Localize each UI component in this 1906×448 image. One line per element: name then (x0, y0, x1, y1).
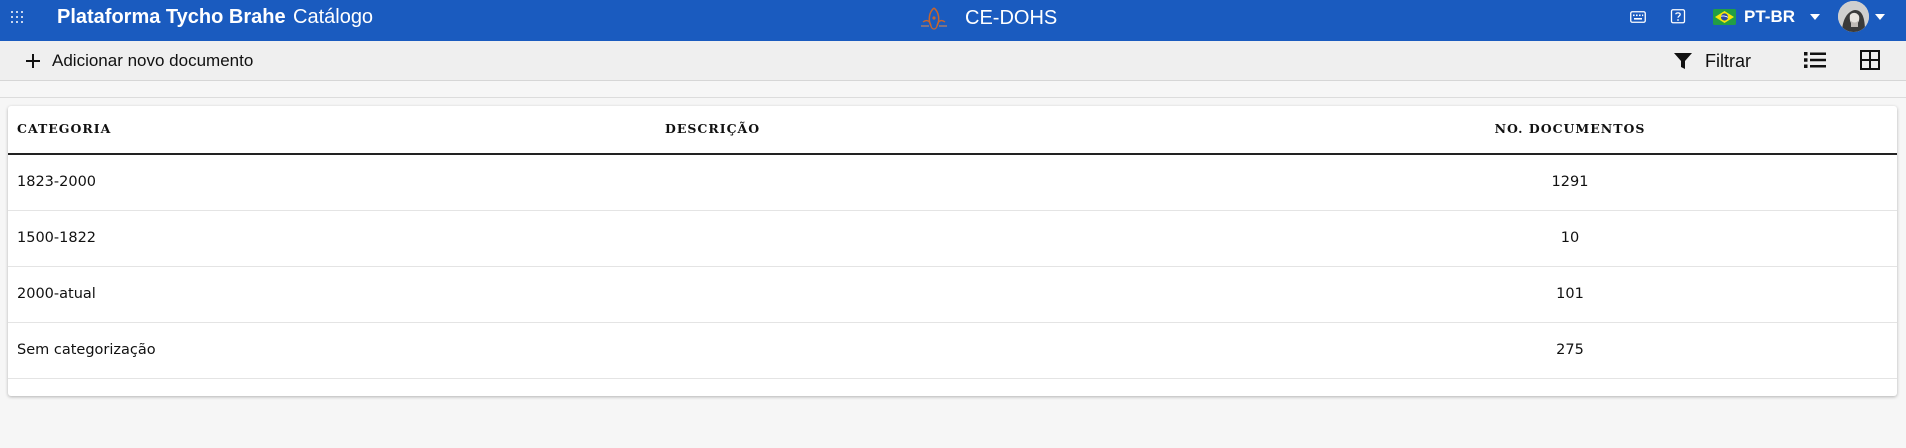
cell-documentos: 101 (1556, 286, 1584, 302)
divider (0, 97, 1906, 98)
cell-categoria: 1500-1822 (17, 230, 97, 246)
list-view-icon[interactable] (1804, 51, 1826, 69)
cell-categoria: 2000-atual (17, 286, 96, 302)
grid-view-icon[interactable] (1860, 50, 1880, 70)
filter-button[interactable]: Filtrar (1673, 47, 1751, 75)
keyboard-icon[interactable] (1630, 11, 1646, 23)
filter-icon (1674, 53, 1692, 69)
corpus-logo-icon (921, 7, 947, 30)
apps-grid-icon[interactable] (10, 10, 24, 24)
platform-title[interactable]: Plataforma Tycho Brahe (57, 6, 286, 29)
chevron-down-icon[interactable] (1810, 14, 1820, 20)
catalog-toolbar: Adicionar novo documento Filtrar (0, 41, 1906, 81)
cell-documentos: 275 (1556, 342, 1584, 358)
add-document-label: Adicionar novo documento (52, 51, 254, 70)
top-app-bar: Plataforma Tycho Brahe Catálogo CE-DOHS … (0, 0, 1906, 41)
cell-documentos: 10 (1560, 230, 1580, 246)
table-header: CATEGORIA DESCRIÇÃO NO. DOCUMENTOS (8, 106, 1897, 155)
table-row[interactable]: 1823-2000 1291 (8, 155, 1897, 211)
add-document-button[interactable]: Adicionar novo documento (24, 47, 253, 75)
cell-documentos: 1291 (1551, 174, 1589, 190)
corpus-title: CE-DOHS (965, 7, 1058, 29)
section-title[interactable]: Catálogo (293, 6, 373, 29)
table-row[interactable]: 2000-atual 101 (8, 267, 1897, 323)
brazil-flag-icon[interactable] (1713, 9, 1736, 25)
cell-categoria: Sem categorização (17, 342, 156, 358)
cell-categoria: 1823-2000 (17, 174, 97, 190)
column-header-documentos[interactable]: NO. DOCUMENTOS (1485, 121, 1655, 136)
column-header-descricao[interactable]: DESCRIÇÃO (665, 121, 760, 136)
chevron-down-icon[interactable] (1875, 14, 1885, 20)
plus-icon (26, 54, 40, 68)
help-icon[interactable] (1670, 9, 1686, 25)
language-selector[interactable]: PT-BR (1744, 7, 1795, 27)
avatar[interactable] (1838, 1, 1869, 32)
filter-label: Filtrar (1705, 50, 1751, 71)
table-row[interactable]: Sem categorização 275 (8, 323, 1897, 379)
table-row[interactable]: 1500-1822 10 (8, 211, 1897, 267)
column-header-categoria[interactable]: CATEGORIA (17, 121, 111, 136)
category-table: CATEGORIA DESCRIÇÃO NO. DOCUMENTOS 1823-… (8, 106, 1897, 396)
